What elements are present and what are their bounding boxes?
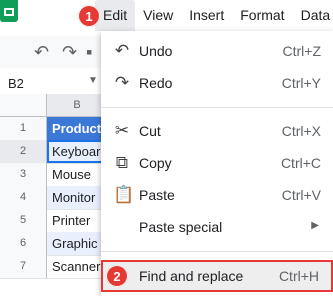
step-badge-2: 2 <box>106 265 128 287</box>
menu-item-copy[interactable]: ⧉ Copy Ctrl+C <box>101 147 333 179</box>
menu-divider <box>101 251 333 252</box>
edit-menu-dropdown: ↶ Undo Ctrl+Z ↷ Redo Ctrl+Y ✂ Cut Ctrl+X… <box>101 31 333 296</box>
select-all-corner[interactable] <box>0 94 47 116</box>
menu-item-label: Copy <box>139 155 172 171</box>
menu-insert[interactable]: Insert <box>181 0 232 31</box>
menu-bar: Edit View Insert Format Data <box>95 0 333 31</box>
shortcut-label: Ctrl+Y <box>281 75 321 91</box>
name-box[interactable]: B2 ▼ <box>0 72 100 95</box>
row-number[interactable]: 1 <box>0 117 47 140</box>
menu-divider <box>101 107 333 108</box>
menu-item-paste[interactable]: 📋 Paste Ctrl+V <box>101 179 333 211</box>
scissors-icon: ✂ <box>114 121 130 140</box>
row-number[interactable]: 7 <box>0 255 47 278</box>
shortcut-label: Ctrl+X <box>281 123 321 139</box>
shortcut-label: Ctrl+C <box>280 155 321 171</box>
shortcut-label: Ctrl+Z <box>282 43 322 59</box>
row-number[interactable]: 4 <box>0 186 47 209</box>
menu-data[interactable]: Data <box>293 0 333 31</box>
menu-item-label: Paste special <box>139 219 223 235</box>
menu-item-find-and-replace[interactable]: Find and replace Ctrl+H <box>101 260 333 292</box>
menu-item-undo[interactable]: ↶ Undo Ctrl+Z <box>101 35 333 67</box>
row-number[interactable]: 2 <box>0 140 47 163</box>
row-number[interactable]: 3 <box>0 163 47 186</box>
menu-item-redo[interactable]: ↷ Redo Ctrl+Y <box>101 67 333 99</box>
step-badge-1: 1 <box>78 5 100 27</box>
menu-item-paste-special[interactable]: Paste special ▶ <box>101 211 333 243</box>
menu-item-label: Find and replace <box>139 268 244 284</box>
menu-item-label: Undo <box>139 43 173 59</box>
menu-item-label: Cut <box>139 123 161 139</box>
redo-icon: ↷ <box>114 73 130 92</box>
name-box-value: B2 <box>8 76 24 91</box>
sheets-logo-icon[interactable] <box>0 0 18 22</box>
menu-item-cut[interactable]: ✂ Cut Ctrl+X <box>101 115 333 147</box>
column-header-b[interactable]: B <box>47 94 107 116</box>
chevron-down-icon[interactable]: ▼ <box>88 75 98 86</box>
undo-icon: ↶ <box>114 41 130 60</box>
menu-item-label: Paste <box>139 187 175 203</box>
redo-icon[interactable]: ↷ <box>62 43 77 61</box>
shortcut-label: Ctrl+H <box>278 268 319 284</box>
print-icon[interactable]: ▪ <box>86 43 92 61</box>
menu-edit[interactable]: Edit <box>95 0 136 31</box>
row-number[interactable]: 5 <box>0 209 47 232</box>
menu-format[interactable]: Format <box>232 0 292 31</box>
clipboard-icon: 📋 <box>113 185 135 204</box>
submenu-arrow-icon: ▶ <box>311 220 319 231</box>
row-number[interactable]: 6 <box>0 232 47 255</box>
undo-icon[interactable]: ↶ <box>34 43 49 61</box>
copy-icon: ⧉ <box>115 153 129 172</box>
shortcut-label: Ctrl+V <box>281 187 321 203</box>
menu-item-label: Redo <box>139 75 173 91</box>
menu-view[interactable]: View <box>135 0 181 31</box>
